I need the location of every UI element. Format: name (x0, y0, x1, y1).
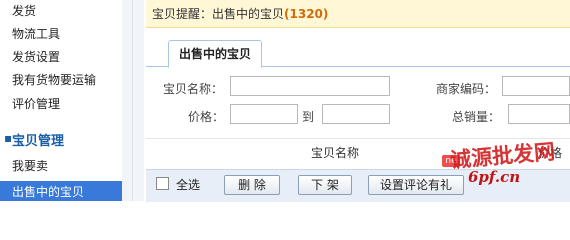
item-name-input[interactable] (230, 76, 390, 96)
sidebar-section-title: 宝贝管理 (12, 134, 65, 149)
sidebar-item-items-on-sale[interactable]: 出售中的宝贝 (0, 181, 122, 201)
price-to-label: 到 (302, 110, 315, 124)
sidebar-item-ship[interactable]: 发货 (12, 2, 36, 19)
item-name-label: 宝贝名称： (163, 82, 224, 96)
watermark-domain: 6pf.cn (468, 168, 521, 186)
site-watermark: 诚源批发网 6pf.cn (430, 138, 570, 198)
tab-bar: 出售中的宝贝 (146, 40, 570, 68)
merchant-code-input[interactable] (502, 76, 570, 96)
splitter-line (132, 0, 133, 201)
sidebar-splitter[interactable] (122, 0, 144, 201)
price-label: 价格： (188, 110, 225, 124)
sidebar-item-cargo-transport[interactable]: 我有货物要运输 (12, 71, 96, 88)
merchant-code-label: 商家编码： (436, 82, 497, 96)
sidebar-section-item-management[interactable]: ▪ 宝贝管理 (0, 130, 122, 150)
sidebar-item-label: 出售中的宝贝 (12, 185, 85, 199)
total-sales-label: 总销量： (452, 110, 501, 124)
price-max-input[interactable] (322, 104, 390, 124)
section-bullet-icon: ▪ (4, 131, 13, 145)
sidebar-item-sell[interactable]: 我要卖 (12, 157, 48, 174)
alert-text: 宝贝提醒：出售中的宝贝 (152, 7, 285, 21)
offshelf-button[interactable]: 下 架 (298, 175, 352, 195)
sidebar-item-review-management[interactable]: 评价管理 (12, 95, 60, 112)
delete-button[interactable]: 删 除 (224, 175, 280, 195)
sidebar-item-logistics-tools[interactable]: 物流工具 (12, 25, 60, 42)
select-all-label[interactable]: 全选 (176, 176, 200, 193)
column-header-item-name[interactable]: 宝贝名称 (311, 144, 359, 161)
sidebar: 发货 物流工具 发货设置 我有货物要运输 评价管理 ▪ 宝贝管理 我要卖 出售中… (0, 0, 122, 201)
total-sales-input[interactable] (508, 104, 570, 124)
alert-count: (1320) (284, 7, 329, 21)
tab-items-on-sale[interactable]: 出售中的宝贝 (168, 40, 263, 68)
sidebar-item-shipping-settings[interactable]: 发货设置 (12, 48, 60, 65)
select-all-checkbox[interactable] (156, 177, 169, 190)
price-min-input[interactable] (230, 104, 298, 124)
item-alert-banner: 宝贝提醒：出售中的宝贝(1320) (146, 0, 570, 28)
